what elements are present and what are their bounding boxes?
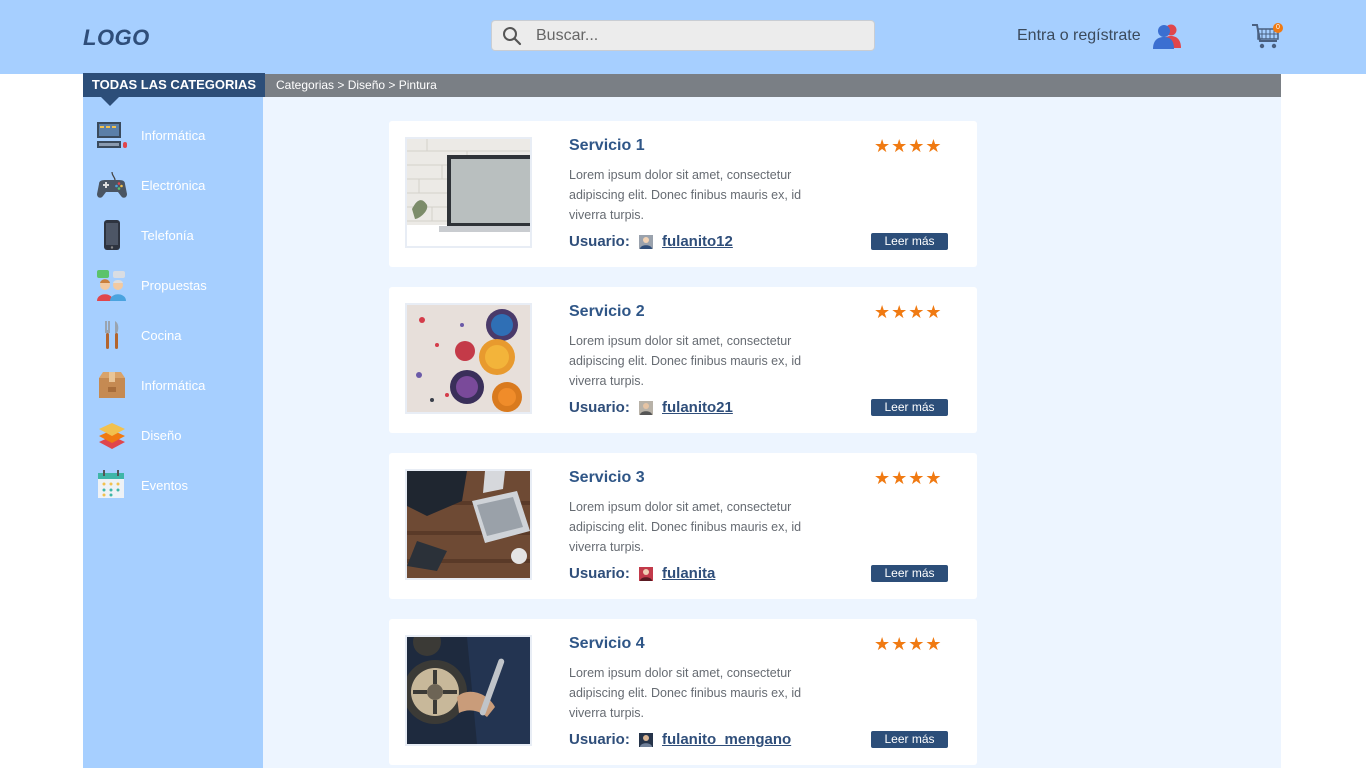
service-title[interactable]: Servicio 1: [569, 137, 645, 155]
rating-stars: ★★★★: [874, 468, 943, 488]
sidebar-item-informatica-2[interactable]: Informática: [95, 368, 255, 404]
calendar-icon: [98, 470, 124, 498]
service-title[interactable]: Servicio 2: [569, 303, 645, 321]
phone-icon: [104, 220, 120, 250]
username-link[interactable]: fulanito_mengano: [662, 731, 791, 748]
service-card[interactable]: Servicio 1 Lorem ipsum dolor sit amet, c…: [389, 121, 977, 267]
service-title[interactable]: Servicio 3: [569, 469, 645, 487]
cart-count-badge: 0: [1273, 23, 1283, 33]
read-more-button[interactable]: Leer más: [871, 731, 948, 748]
users-icon[interactable]: [1152, 22, 1182, 50]
user-label: Usuario:: [569, 565, 630, 582]
login-register-link[interactable]: Entra o regístrate: [1017, 27, 1141, 45]
search-bar[interactable]: [491, 20, 875, 51]
sidebar-item-electronica[interactable]: Electrónica: [95, 168, 255, 204]
service-thumbnail[interactable]: [405, 303, 532, 414]
search-input[interactable]: [536, 24, 856, 48]
rating-stars: ★★★★: [874, 136, 943, 156]
sidebar-item-label: Informática: [141, 378, 206, 393]
sidebar-item-label: Cocina: [141, 328, 182, 343]
username-link[interactable]: fulanito12: [662, 233, 733, 250]
sidebar-item-label: Eventos: [141, 478, 188, 493]
all-categories-heading[interactable]: TODAS LAS CATEGORIAS: [83, 73, 265, 97]
service-description: Lorem ipsum dolor sit amet, consectetur …: [569, 334, 802, 388]
sidebar-item-propuestas[interactable]: Propuestas: [95, 268, 255, 304]
kitchen-utensils-icon: [105, 321, 119, 349]
read-more-button[interactable]: Leer más: [871, 565, 948, 582]
people-chat-icon: [97, 270, 126, 301]
service-thumbnail[interactable]: [405, 469, 532, 580]
user-avatar: [639, 235, 653, 249]
user-label: Usuario:: [569, 399, 630, 416]
sidebar-item-diseno[interactable]: Diseño: [95, 418, 255, 454]
user-label: Usuario:: [569, 731, 630, 748]
sidebar-item-label: Diseño: [141, 428, 182, 443]
rating-stars: ★★★★: [874, 302, 943, 322]
user-avatar: [639, 401, 653, 415]
sidebar-item-label: Propuestas: [141, 278, 207, 293]
service-thumbnail[interactable]: [405, 137, 532, 248]
box-icon: [99, 372, 125, 398]
username-link[interactable]: fulanito21: [662, 399, 733, 416]
sidebar-item-informatica[interactable]: Informática: [95, 118, 255, 154]
sidebar-item-label: Electrónica: [141, 178, 206, 193]
username-link[interactable]: fulanita: [662, 565, 715, 582]
top-header: LOGO Entra o regístrate 0: [0, 0, 1366, 74]
sidebar-item-label: Informática: [141, 128, 206, 143]
search-icon: [503, 27, 522, 46]
layers-icon: [99, 423, 125, 449]
user-label: Usuario:: [569, 233, 630, 250]
sidebar-item-cocina[interactable]: Cocina: [95, 318, 255, 354]
service-description: Lorem ipsum dolor sit amet, consectetur …: [569, 500, 802, 554]
service-card[interactable]: Servicio 2 Lorem ipsum dolor sit amet, c…: [389, 287, 977, 433]
breadcrumb[interactable]: Categorias > Diseño > Pintura: [265, 74, 1281, 97]
service-description: Lorem ipsum dolor sit amet, consectetur …: [569, 168, 802, 222]
computer-icon: [97, 122, 127, 148]
read-more-button[interactable]: Leer más: [871, 233, 948, 250]
laptop-on-brick-wall-photo: [407, 139, 530, 246]
user-avatar: [639, 733, 653, 747]
gamepad-icon: [97, 171, 127, 198]
service-title[interactable]: Servicio 4: [569, 635, 645, 653]
paint-cans-photo: [407, 305, 530, 412]
service-card[interactable]: Servicio 4 Lorem ipsum dolor sit amet, c…: [389, 619, 977, 765]
read-more-button[interactable]: Leer más: [871, 399, 948, 416]
mechanic-with-wheels-photo: [407, 637, 530, 744]
service-thumbnail[interactable]: [405, 635, 532, 746]
sidebar-item-eventos[interactable]: Eventos: [95, 468, 255, 504]
sidebar-item-label: Telefonía: [141, 228, 194, 243]
people-working-laptops-photo: [407, 471, 530, 578]
service-card[interactable]: Servicio 3 Lorem ipsum dolor sit amet, c…: [389, 453, 977, 599]
logo[interactable]: LOGO: [83, 25, 150, 51]
rating-stars: ★★★★: [874, 634, 943, 654]
sidebar-item-telefonia[interactable]: Telefonía: [95, 218, 255, 254]
heading-pointer: [100, 96, 120, 106]
user-avatar: [639, 567, 653, 581]
service-description: Lorem ipsum dolor sit amet, consectetur …: [569, 666, 802, 720]
